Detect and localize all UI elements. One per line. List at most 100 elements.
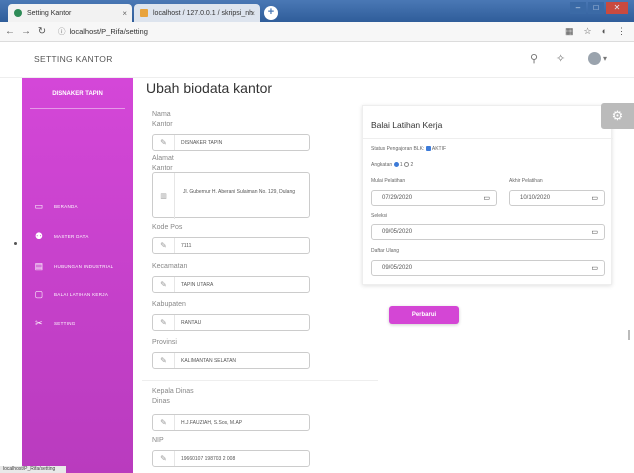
label-kecamatan: Kecamatan bbox=[152, 263, 188, 270]
menu-dots-icon[interactable]: ⋮ bbox=[617, 26, 626, 37]
minimize-button[interactable]: – bbox=[570, 2, 586, 14]
angkatan-radio-2[interactable] bbox=[404, 162, 410, 168]
forward-icon[interactable]: → bbox=[20, 26, 32, 37]
provinsi-input[interactable]: ✎ KALIMANTAN SELATAN bbox=[152, 352, 310, 369]
mulai-pelatihan-value: 07/29/2020 bbox=[382, 195, 413, 201]
seleksi-label: Seleksi bbox=[371, 213, 388, 219]
pencil-icon: ✎ bbox=[153, 238, 175, 253]
browser-tab-phpmyadmin[interactable]: localhost / 127.0.0.1 / skripsi_nh × bbox=[134, 4, 260, 22]
label-provinsi: Provinsi bbox=[152, 339, 177, 346]
sidebar-item-master-data[interactable]: ⚉ MASTER DATA bbox=[22, 228, 133, 244]
kepala-dinas-value: H.J.FAUZIAH, S.Sos, M.AP bbox=[181, 419, 243, 426]
phpmyadmin-favicon-icon bbox=[140, 9, 148, 17]
blk-settings-card: Balai Latihan Kerja Status Pengajoran BL… bbox=[362, 105, 613, 285]
angkatan-option-1: 1 bbox=[399, 162, 403, 168]
pencil-icon: ✎ bbox=[153, 277, 175, 292]
nip-value: 19660107 198703 2 008 bbox=[181, 455, 236, 462]
calendar-icon[interactable]: ▭ bbox=[591, 228, 598, 236]
info-icon[interactable]: ⓘ bbox=[58, 27, 66, 36]
sidebar-item-balai-latihan-kerja[interactable]: ▢ BALAI LATIHAN KERJA bbox=[22, 286, 133, 302]
calendar-icon[interactable]: ▭ bbox=[591, 264, 598, 272]
tools-icon: ✂ bbox=[35, 318, 43, 328]
perbarui-button[interactable]: Perbarui bbox=[389, 306, 459, 324]
sparkle-icon[interactable]: ✧ bbox=[556, 52, 565, 65]
reload-icon[interactable]: ↻ bbox=[36, 26, 48, 37]
seleksi-date-input[interactable]: 09/05/2020 ▭ bbox=[371, 224, 605, 240]
sidebar-divider bbox=[30, 108, 125, 109]
monitor-icon: ▭ bbox=[34, 201, 44, 211]
nama-kantor-value: DISNAKER TAPIN bbox=[181, 139, 223, 146]
pencil-icon: ✎ bbox=[153, 451, 175, 466]
seleksi-value: 09/05/2020 bbox=[382, 229, 413, 235]
daftar-ulang-date-input[interactable]: 09/05/2020 ▭ bbox=[371, 260, 605, 276]
label-alamat-kantor: Alamat Kantor bbox=[152, 155, 174, 172]
close-window-button[interactable]: ✕ bbox=[606, 2, 628, 14]
maximize-button[interactable]: □ bbox=[588, 2, 604, 14]
kabupaten-value: RANTAU bbox=[181, 319, 202, 326]
user-avatar[interactable] bbox=[588, 52, 601, 65]
akhir-pelatihan-date-input[interactable]: 10/10/2020 ▭ bbox=[509, 190, 605, 206]
label-kode-pos: Kode Pos bbox=[152, 224, 183, 231]
angkatan-row: Angkatan 1 2 bbox=[371, 162, 413, 168]
calendar-icon[interactable]: ▭ bbox=[483, 194, 490, 202]
section-divider bbox=[142, 380, 378, 381]
site-favicon-icon bbox=[14, 9, 22, 17]
form-title: Ubah biodata kantor bbox=[146, 80, 273, 96]
akhir-pelatihan-label: Akhir Pelatihan bbox=[509, 178, 543, 184]
alamat-kantor-textarea[interactable]: ▥ Jl. Gubernur H. Aberani Sulaiman No. 1… bbox=[152, 172, 310, 219]
profile-icon[interactable]: ◐ bbox=[602, 26, 607, 37]
sidebar-brand[interactable]: DISNAKER TAPIN bbox=[22, 91, 133, 97]
tab-title: localhost / 127.0.0.1 / skripsi_nh bbox=[153, 9, 254, 17]
browser-actions: ▦ ☆ ◐ ⋮ bbox=[565, 26, 626, 37]
gear-icon: ⚙ bbox=[611, 108, 624, 123]
tab-close-icon[interactable]: × bbox=[250, 9, 255, 18]
search-icon[interactable]: ⚲ bbox=[530, 52, 538, 65]
calendar-icon[interactable]: ▭ bbox=[591, 194, 598, 202]
chat-icon: ▢ bbox=[34, 289, 44, 299]
page-scrollbar[interactable] bbox=[628, 330, 630, 340]
browser-tab-setting-kantor[interactable]: Setting Kantor × bbox=[8, 4, 132, 22]
mulai-pelatihan-date-input[interactable]: 07/29/2020 ▭ bbox=[371, 190, 497, 206]
document-icon: ▤ bbox=[34, 261, 44, 271]
kode-pos-input[interactable]: ✎ 7111 bbox=[152, 237, 310, 254]
status-checkbox[interactable] bbox=[425, 146, 431, 152]
extension-icon[interactable]: ▦ bbox=[565, 26, 574, 37]
chevron-down-icon[interactable]: ▾ bbox=[603, 54, 607, 63]
bookmark-star-icon[interactable]: ☆ bbox=[583, 26, 591, 37]
daftar-ulang-label: Daftar Ulang bbox=[371, 248, 400, 254]
nip-input[interactable]: ✎ 19660107 198703 2 008 bbox=[152, 450, 310, 467]
provinsi-value: KALIMANTAN SELATAN bbox=[181, 357, 237, 364]
sidebar-item-beranda[interactable]: ▭ BERANDA bbox=[22, 198, 133, 214]
kepala-dinas-input[interactable]: ✎ H.J.FAUZIAH, S.Sos, M.AP bbox=[152, 414, 310, 431]
url-field[interactable]: ⓘ localhost/P_Rifa/setting bbox=[58, 26, 148, 37]
kode-pos-value: 7111 bbox=[181, 242, 192, 249]
pencil-icon: ✎ bbox=[153, 135, 175, 150]
nama-kantor-input[interactable]: ✎ DISNAKER TAPIN bbox=[152, 134, 310, 151]
sidebar-item-hubungan-industrial[interactable]: ▤ HUBUNGAN INDUSTRIAL bbox=[22, 258, 133, 274]
window-controls: – □ ✕ bbox=[570, 2, 628, 14]
kecamatan-value: TAPIN UTARA bbox=[181, 281, 214, 288]
alamat-kantor-value: Jl. Gubernur H. Aberani Sulaiman No. 129… bbox=[183, 189, 296, 195]
mulai-pelatihan-label: Mulai Pelatihan bbox=[371, 178, 406, 184]
url-text: localhost/P_Rifa/setting bbox=[69, 27, 148, 36]
status-value: AKTIF bbox=[431, 146, 447, 152]
settings-gear-button[interactable]: ⚙ bbox=[601, 103, 634, 129]
angkatan-option-2: 2 bbox=[410, 162, 414, 168]
akhir-pelatihan-value: 10/10/2020 bbox=[520, 195, 551, 201]
sidebar-item-setting[interactable]: ✂ SETTING bbox=[22, 315, 133, 331]
label-nama-kantor: Nama Kantor bbox=[152, 111, 173, 128]
sidebar: DISNAKER TAPIN ▭ BERANDA ⚉ MASTER DATA ▤… bbox=[22, 78, 133, 473]
tab-title: Setting Kantor bbox=[27, 9, 72, 17]
sidebar-item-label: BERANDA bbox=[54, 203, 78, 209]
angkatan-radio-1[interactable] bbox=[393, 162, 399, 168]
address-bar-row: ← → ↻ ⓘ localhost/P_Rifa/setting ▦ ☆ ◐ ⋮ bbox=[0, 22, 634, 42]
label-kabupaten: Kabupaten bbox=[152, 301, 186, 308]
tab-close-icon[interactable]: × bbox=[122, 9, 127, 18]
label-nip: NIP bbox=[152, 437, 164, 444]
kecamatan-input[interactable]: ✎ TAPIN UTARA bbox=[152, 276, 310, 293]
page-title: SETTING KANTOR bbox=[34, 54, 113, 64]
new-tab-button[interactable]: + bbox=[264, 6, 278, 20]
kabupaten-input[interactable]: ✎ RANTAU bbox=[152, 314, 310, 331]
back-icon[interactable]: ← bbox=[4, 26, 16, 37]
app-top-navbar: SETTING KANTOR ⚲ ✧ ▾ bbox=[0, 42, 634, 78]
